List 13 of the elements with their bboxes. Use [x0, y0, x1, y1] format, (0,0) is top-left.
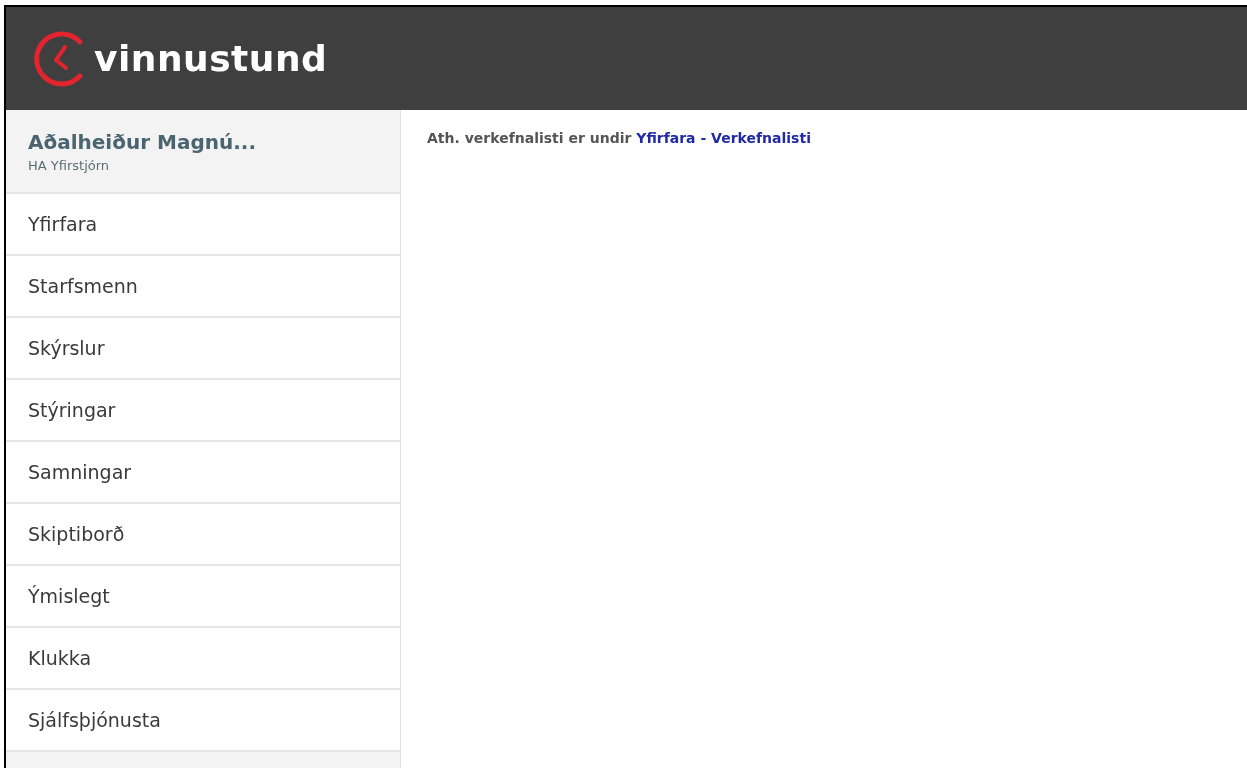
notice-link[interactable]: Yfirfara - Verkefnalisti	[636, 130, 811, 146]
logo-text: vinnustund	[94, 38, 328, 79]
sidebar-item[interactable]: Skiptiborð	[6, 504, 400, 566]
sidebar-item[interactable]: Skýrslur	[6, 318, 400, 380]
user-role: HA Yfirstjórn	[28, 157, 111, 173]
sidebar-item[interactable]: Ýmislegt	[6, 566, 400, 628]
sidebar-item[interactable]: Samningar	[6, 442, 400, 504]
sidebar-item[interactable]: Starfsmenn	[6, 256, 400, 318]
sidebar-item[interactable]: Klukka	[6, 628, 400, 690]
sidebar-item[interactable]: Stýringar	[6, 380, 400, 442]
user-name: Aðalheiður Magnú...	[28, 129, 258, 154]
sidebar-item[interactable]: Yfirfara	[6, 194, 400, 256]
notice-text: Ath. verkefnalisti er undir Yfirfara - Verkefnalisti	[427, 130, 812, 146]
